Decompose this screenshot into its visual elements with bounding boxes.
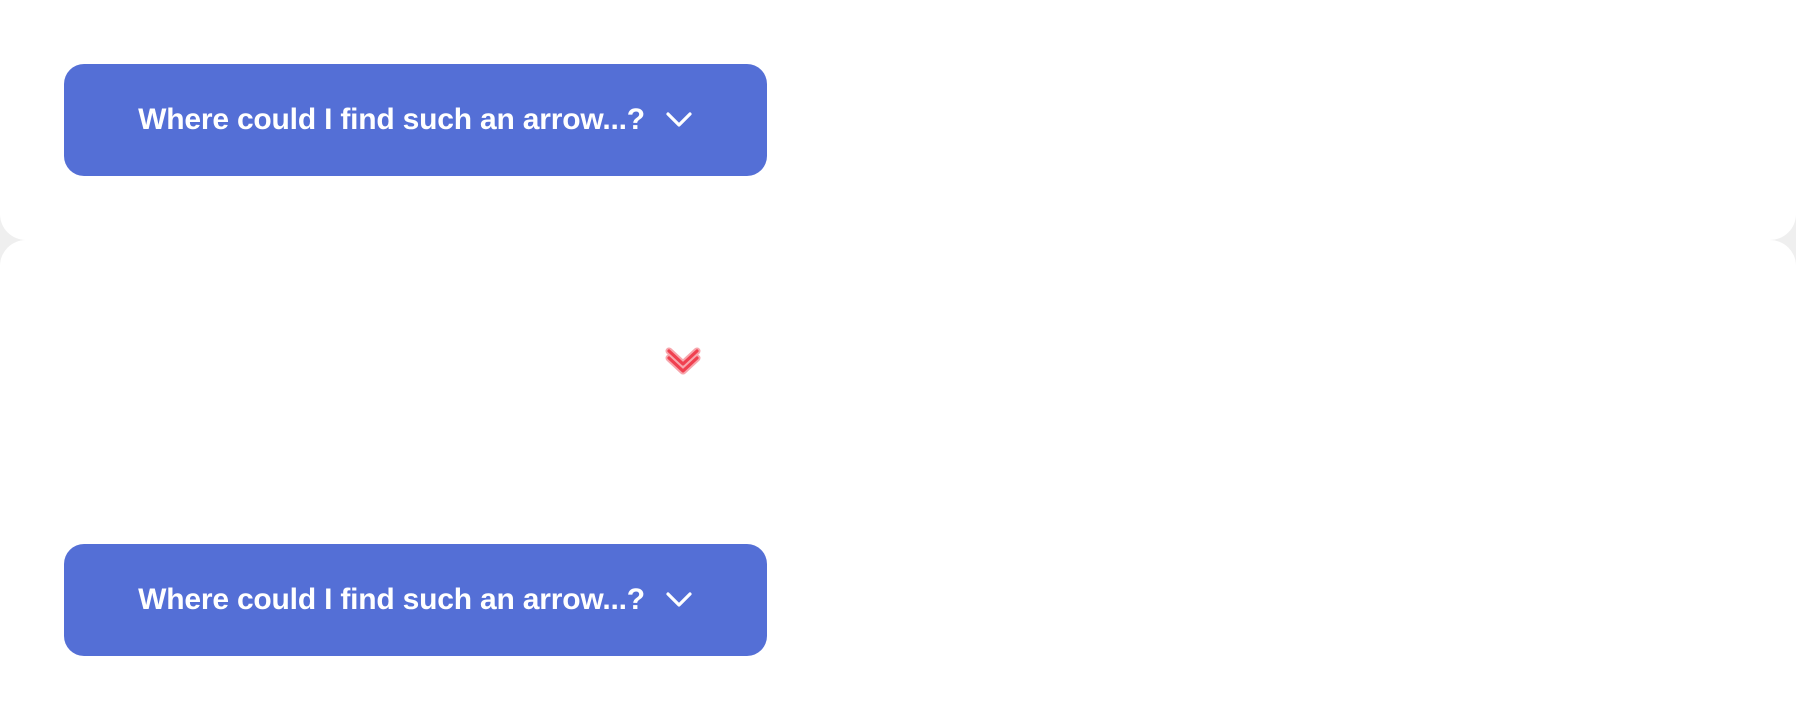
dropdown-button-label: Where could I find such an arrow...? — [138, 583, 645, 616]
arrow-question-dropdown-button[interactable]: Where could I find such an arrow...? — [64, 544, 767, 656]
chevron-down-icon — [665, 591, 693, 609]
top-panel: Where could I find such an arrow...? — [0, 0, 1796, 240]
double-chevron-down-icon — [664, 346, 702, 376]
chevron-down-icon — [665, 111, 693, 129]
dropdown-button-label: Where could I find such an arrow...? — [138, 103, 645, 136]
arrow-question-dropdown-button[interactable]: Where could I find such an arrow...? — [64, 64, 767, 176]
